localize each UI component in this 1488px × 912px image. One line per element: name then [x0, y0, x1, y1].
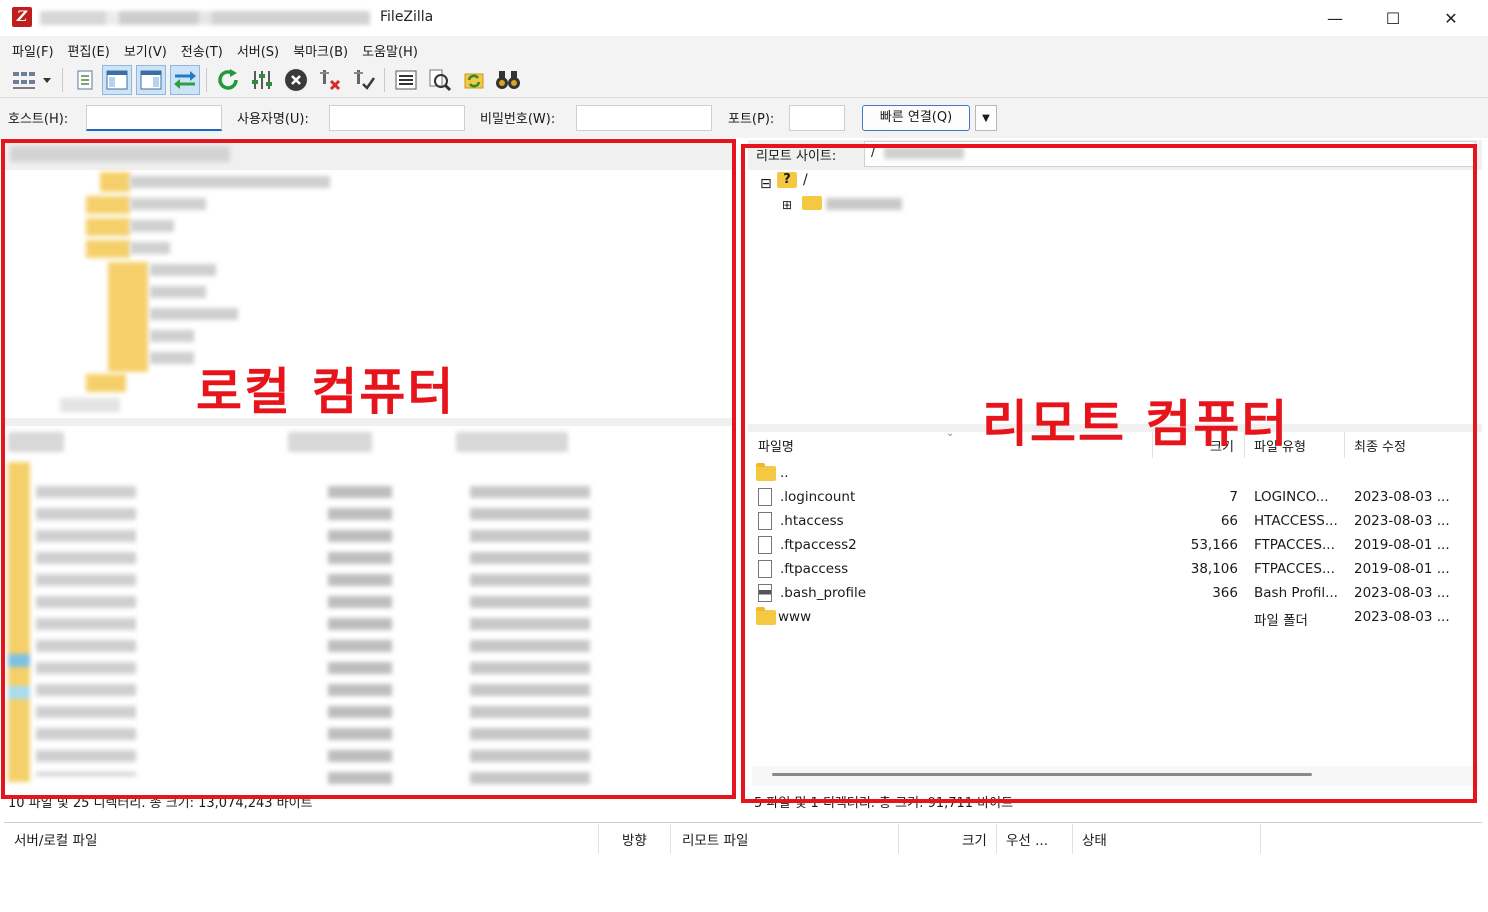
transfer-queue-toggle[interactable] — [170, 65, 200, 95]
username-input[interactable] — [329, 105, 465, 131]
column-separator[interactable] — [996, 824, 997, 854]
queue-header-direction[interactable]: 방향 — [622, 829, 647, 849]
minimize-button[interactable]: — — [1306, 0, 1364, 36]
cancel-icon — [285, 69, 307, 91]
message-log-toggle[interactable] — [70, 65, 100, 95]
column-separator[interactable] — [1072, 824, 1073, 854]
refresh-icon — [218, 69, 238, 90]
compare-icon — [429, 69, 452, 92]
process-queue-button[interactable] — [247, 65, 277, 95]
quickconnect-button[interactable]: 빠른 연결(Q) — [862, 105, 970, 131]
menu-help[interactable]: 도움말(H) — [356, 36, 424, 62]
reconnect-button[interactable] — [349, 65, 379, 95]
compare-directories-button[interactable] — [425, 65, 455, 95]
queue-header-status[interactable]: 상태 — [1082, 829, 1107, 849]
queue-header-remote-file[interactable]: 리모트 파일 — [682, 829, 748, 849]
blurred-title-prefix — [40, 11, 370, 25]
queue-header-priority[interactable]: 우선 ... — [1006, 829, 1048, 849]
menu-bookmarks[interactable]: 북마크(B) — [287, 36, 354, 62]
disconnect-button[interactable] — [315, 65, 345, 95]
menu-server[interactable]: 서버(S) — [231, 36, 285, 62]
chevron-down-icon: ▼ — [982, 112, 990, 124]
password-label: 비밀번호(W): — [480, 112, 556, 127]
reconnect-icon — [354, 70, 376, 90]
password-input[interactable] — [576, 105, 712, 131]
queue-header-size[interactable]: 크기 — [962, 829, 987, 849]
queue-header-server-local[interactable]: 서버/로컬 파일 — [14, 829, 97, 849]
filter-icon — [395, 70, 417, 90]
cancel-operation-button[interactable] — [281, 65, 311, 95]
port-label: 포트(P): — [728, 112, 775, 127]
window-title: FileZilla — [380, 9, 434, 25]
sync-icon — [464, 73, 484, 89]
column-separator[interactable] — [1260, 824, 1261, 854]
remote-tree-icon — [140, 70, 162, 90]
quickconnect-history-dropdown[interactable]: ▼ — [975, 105, 997, 131]
toolbar-separator — [206, 68, 207, 92]
local-annotation-label: 로컬 컴퓨터 — [196, 363, 456, 421]
transfer-queue-icon — [174, 71, 196, 89]
site-manager-button[interactable] — [8, 65, 54, 95]
menu-view[interactable]: 보기(V) — [118, 36, 173, 62]
local-tree-toggle[interactable] — [102, 65, 132, 95]
host-input[interactable] — [86, 105, 222, 131]
sync-browsing-button[interactable] — [459, 65, 489, 95]
remote-tree-toggle[interactable] — [136, 65, 166, 95]
refresh-button[interactable] — [213, 65, 243, 95]
minimize-icon: — — [1327, 8, 1343, 28]
remote-annotation-label: 리모트 컴퓨터 — [982, 395, 1290, 453]
clipped-side-pane — [1482, 200, 1488, 280]
close-button[interactable]: ✕ — [1422, 0, 1480, 36]
toolbar-separator — [62, 68, 63, 92]
maximize-icon: ☐ — [1385, 8, 1401, 28]
column-separator[interactable] — [670, 824, 671, 854]
menu-file[interactable]: 파일(F) — [6, 36, 60, 62]
menu-bar: 파일(F) 편집(E) 보기(V) 전송(T) 서버(S) 북마크(B) 도움말… — [0, 36, 1488, 62]
binoculars-icon — [496, 71, 520, 89]
quickconnect-bar: 호스트(H): 사용자명(U): 비밀번호(W): 포트(P): 빠른 연결(Q… — [0, 98, 1488, 138]
local-annotation-box — [1, 139, 736, 799]
menu-transfer[interactable]: 전송(T) — [175, 36, 229, 62]
toolbar-separator — [384, 68, 385, 92]
filezilla-logo-icon: Z — [12, 7, 32, 27]
site-manager-icon — [13, 72, 51, 89]
column-separator[interactable] — [898, 824, 899, 854]
port-input[interactable] — [789, 105, 845, 131]
directory-listing-filters-button[interactable] — [391, 65, 421, 95]
column-separator[interactable] — [598, 824, 599, 854]
title-bar: Z FileZilla — ☐ ✕ — [0, 0, 1488, 36]
local-tree-icon — [106, 70, 128, 90]
username-label: 사용자명(U): — [237, 112, 309, 127]
host-label: 호스트(H): — [8, 112, 69, 127]
disconnect-icon — [320, 70, 341, 91]
menu-edit[interactable]: 편집(E) — [62, 36, 116, 62]
process-queue-icon — [252, 71, 272, 89]
toolbar — [0, 62, 1488, 98]
search-remote-files-button[interactable] — [493, 65, 523, 95]
maximize-button[interactable]: ☐ — [1364, 0, 1422, 36]
message-log-icon — [77, 70, 93, 90]
remote-annotation-box — [741, 144, 1477, 803]
close-icon: ✕ — [1444, 8, 1458, 28]
